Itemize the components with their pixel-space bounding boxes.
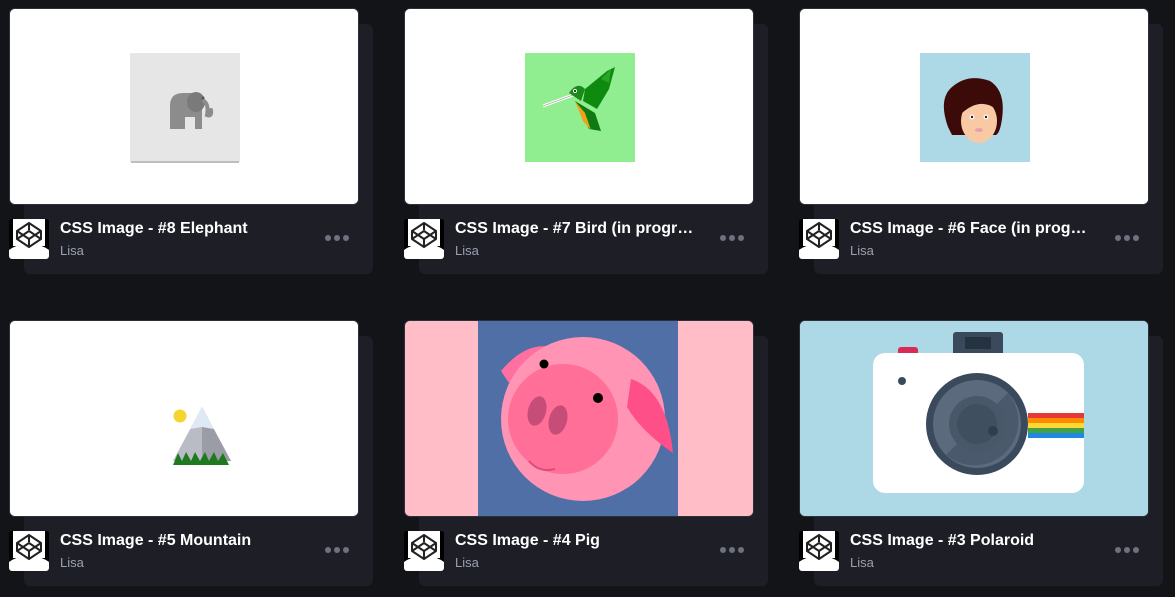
pen-preview-elephant[interactable] (9, 8, 359, 205)
more-options-icon[interactable] (718, 229, 746, 247)
author-avatar[interactable] (404, 219, 444, 259)
author-avatar[interactable] (799, 531, 839, 571)
pen-card[interactable]: CSS Image - #6 Face (in progress) Lisa (799, 8, 1163, 274)
pen-author[interactable]: Lisa (850, 243, 874, 258)
codepen-logo-icon (799, 219, 839, 259)
pen-title[interactable]: CSS Image - #7 Bird (in progress) (455, 220, 695, 238)
more-options-icon[interactable] (323, 229, 351, 247)
author-avatar[interactable] (404, 531, 444, 571)
author-avatar[interactable] (9, 219, 49, 259)
pen-author[interactable]: Lisa (60, 555, 84, 570)
more-options-icon[interactable] (718, 541, 746, 559)
pen-card[interactable]: CSS Image - #5 Mountain Lisa (9, 320, 373, 586)
pen-card[interactable]: CSS Image - #8 Elephant Lisa (9, 8, 373, 274)
face-shape (943, 78, 1003, 143)
pen-author[interactable]: Lisa (455, 555, 479, 570)
author-avatar[interactable] (799, 219, 839, 259)
pen-preview-face[interactable] (799, 8, 1149, 205)
more-options-icon[interactable] (1113, 541, 1141, 559)
codepen-logo-icon (404, 531, 444, 571)
author-avatar[interactable] (9, 531, 49, 571)
codepen-logo-icon (404, 219, 444, 259)
pen-title[interactable]: CSS Image - #3 Polaroid (850, 532, 1090, 550)
pen-author[interactable]: Lisa (60, 243, 84, 258)
pen-title[interactable]: CSS Image - #5 Mountain (60, 532, 300, 550)
codepen-logo-icon (9, 531, 49, 571)
pen-preview-bird[interactable] (404, 8, 754, 205)
pen-title[interactable]: CSS Image - #8 Elephant (60, 220, 300, 238)
pen-title[interactable]: CSS Image - #6 Face (in progress) (850, 220, 1090, 238)
pen-title[interactable]: CSS Image - #4 Pig (455, 532, 695, 550)
pen-card[interactable]: CSS Image - #7 Bird (in progress) Lisa (404, 8, 768, 274)
codepen-logo-icon (9, 219, 49, 259)
pen-author[interactable]: Lisa (850, 555, 874, 570)
pen-card[interactable]: CSS Image - #4 Pig Lisa (404, 320, 768, 586)
pen-preview-polaroid[interactable] (799, 320, 1149, 517)
more-options-icon[interactable] (1113, 229, 1141, 247)
more-options-icon[interactable] (323, 541, 351, 559)
pen-author[interactable]: Lisa (455, 243, 479, 258)
pen-preview-mountain[interactable] (9, 320, 359, 517)
polaroid-camera-shape (873, 332, 1084, 493)
codepen-logo-icon (799, 531, 839, 571)
pen-preview-pig[interactable] (404, 320, 754, 517)
pen-card[interactable]: CSS Image - #3 Polaroid Lisa (799, 320, 1163, 586)
